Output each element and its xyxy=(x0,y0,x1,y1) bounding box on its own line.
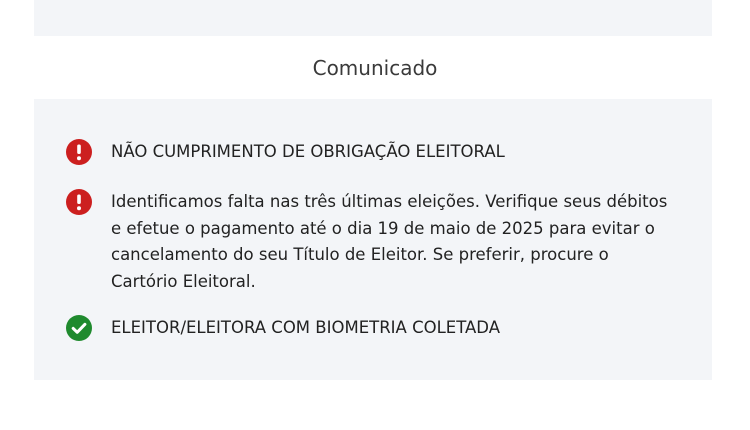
check-circle-icon xyxy=(66,315,92,341)
notice-text: Identificamos falta nas três últimas ele… xyxy=(111,192,668,291)
notice-item-biometrics: ELEITOR/ELEITORA COM BIOMETRIA COLETADA xyxy=(66,315,671,342)
notice-item-electoral-obligation: NÃO CUMPRIMENTO DE OBRIGAÇÃO ELEITORAL xyxy=(66,139,671,166)
top-card xyxy=(34,0,712,36)
exclamation-circle-icon xyxy=(66,189,92,215)
notice-text: ELEITOR/ELEITORA COM BIOMETRIA COLETADA xyxy=(111,318,500,337)
section-title: Comunicado xyxy=(312,56,438,80)
notice-text: NÃO CUMPRIMENTO DE OBRIGAÇÃO ELEITORAL xyxy=(111,142,505,161)
notice-item-missed-elections: Identificamos falta nas três últimas ele… xyxy=(66,189,671,295)
exclamation-circle-icon xyxy=(66,139,92,165)
notice-card: NÃO CUMPRIMENTO DE OBRIGAÇÃO ELEITORAL I… xyxy=(34,99,712,380)
